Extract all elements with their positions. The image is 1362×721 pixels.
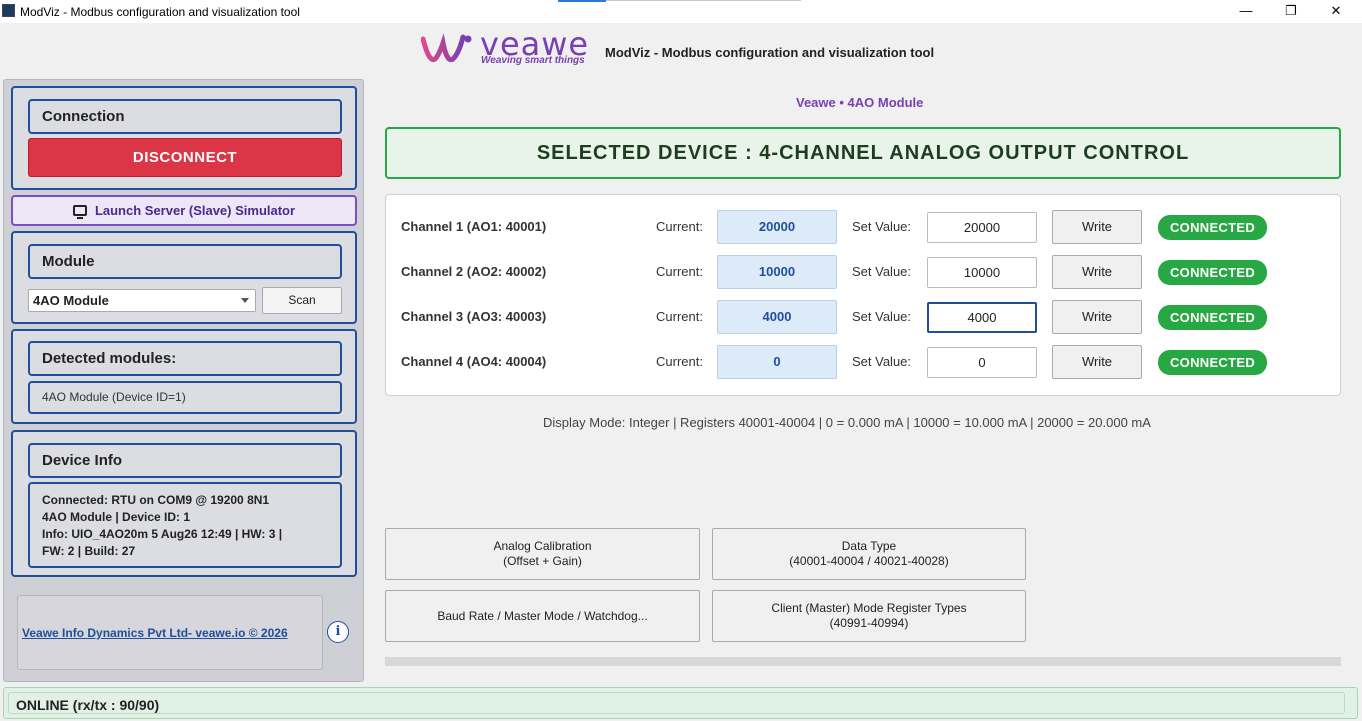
module-subheading: Veawe • 4AO Module (796, 95, 924, 110)
chevron-down-icon (241, 298, 249, 303)
selected-device-banner: SELECTED DEVICE : 4-CHANNEL ANALOG OUTPU… (385, 127, 1341, 179)
analog-calibration-button[interactable]: Analog Calibration (Offset + Gain) (385, 528, 700, 580)
titlebar-accent (558, 0, 606, 2)
button-line: (40991-40994) (829, 616, 909, 630)
device-info-line: Info: UIO_4AO20m 5 Aug26 12:49 | HW: 3 | (42, 527, 283, 541)
current-value: 10000 (717, 255, 837, 289)
minimize-button[interactable]: — (1231, 2, 1261, 20)
window-titlebar: ModViz - Modbus configuration and visual… (0, 0, 1362, 23)
veawe-logo-icon (421, 33, 472, 63)
detected-module-item[interactable]: 4AO Module (Device ID=1) (28, 381, 342, 414)
scan-button[interactable]: Scan (262, 287, 342, 314)
client-master-mode-button[interactable]: Client (Master) Mode Register Types (409… (712, 590, 1026, 642)
status-badge: CONNECTED (1158, 350, 1267, 375)
set-value-label: Set Value: (852, 219, 912, 234)
sidebar: Connection DISCONNECT Launch Server (Sla… (3, 79, 364, 682)
channel-label: Channel 1 (AO1: 40001) (401, 219, 547, 234)
device-info-group: Device Info Connected: RTU on COM9 @ 192… (11, 430, 357, 577)
current-value: 0 (717, 345, 837, 379)
data-type-button[interactable]: Data Type (40001-40004 / 40021-40028) (712, 528, 1026, 580)
detected-modules-heading: Detected modules: (28, 341, 342, 376)
header-title: ModViz - Modbus configuration and visual… (605, 45, 935, 60)
app-icon (2, 4, 15, 17)
detected-modules-group: Detected modules: 4AO Module (Device ID=… (11, 329, 357, 424)
launch-simulator-label: Launch Server (Slave) Simulator (94, 203, 296, 218)
write-button[interactable]: Write (1052, 300, 1142, 334)
channel-row: Channel 1 (AO1: 40001) Current: 20000 Se… (386, 210, 1340, 244)
status-badge: CONNECTED (1158, 260, 1267, 285)
channels-panel: Channel 1 (AO1: 40001) Current: 20000 Se… (385, 194, 1341, 396)
write-button[interactable]: Write (1052, 210, 1142, 244)
button-line: Client (Master) Mode Register Types (771, 601, 967, 615)
write-button[interactable]: Write (1052, 255, 1142, 289)
set-value-input[interactable]: 0 (927, 347, 1037, 378)
window-title: ModViz - Modbus configuration and visual… (20, 5, 300, 19)
status-bar-inner (8, 692, 1345, 714)
channel-label: Channel 3 (AO3: 40003) (401, 309, 547, 324)
maximize-button[interactable]: ❐ (1276, 2, 1306, 20)
info-icon[interactable]: i (327, 621, 349, 643)
device-info-line: FW: 2 | Build: 27 (42, 544, 136, 558)
current-value: 20000 (717, 210, 837, 244)
device-info-line: 4AO Module | Device ID: 1 (42, 510, 191, 524)
channel-label: Channel 4 (AO4: 40004) (401, 354, 547, 369)
set-value-label: Set Value: (852, 309, 912, 324)
button-line: Data Type (841, 539, 897, 553)
channel-row: Channel 4 (AO4: 40004) Current: 0 Set Va… (386, 345, 1340, 379)
button-line: (Offset + Gain) (503, 554, 582, 568)
launch-simulator-button[interactable]: Launch Server (Slave) Simulator (11, 195, 357, 226)
baud-rate-button[interactable]: Baud Rate / Master Mode / Watchdog... (385, 590, 700, 642)
status-badge: CONNECTED (1158, 215, 1267, 240)
titlebar-divider (606, 0, 801, 1)
set-value-input[interactable]: 20000 (927, 212, 1037, 243)
device-info-details: Connected: RTU on COM9 @ 19200 8N1 4AO M… (28, 482, 342, 568)
current-value: 4000 (717, 300, 837, 334)
set-value-label: Set Value: (852, 264, 912, 279)
current-label: Current: (656, 309, 703, 324)
app-header: veawe Weaving smart things ModViz - Modb… (0, 23, 1362, 78)
module-select-value: 4AO Module (33, 293, 109, 308)
connection-group: Connection DISCONNECT (11, 86, 357, 190)
channel-label: Channel 2 (AO2: 40002) (401, 264, 547, 279)
module-select[interactable]: 4AO Module (28, 289, 256, 312)
company-link[interactable]: Veawe Info Dynamics Pvt Ltd- veawe.io © … (22, 626, 288, 640)
connection-heading: Connection (28, 99, 342, 134)
button-line: Analog Calibration (493, 539, 592, 553)
device-info-heading: Device Info (28, 443, 342, 478)
channel-row: Channel 3 (AO3: 40003) Current: 4000 Set… (386, 300, 1340, 334)
write-button[interactable]: Write (1052, 345, 1142, 379)
status-bar: ONLINE (rx/tx : 90/90) (3, 687, 1358, 719)
progress-bar (385, 657, 1341, 666)
disconnect-button[interactable]: DISCONNECT (28, 138, 342, 177)
set-value-label: Set Value: (852, 354, 912, 369)
channel-row: Channel 2 (AO2: 40002) Current: 10000 Se… (386, 255, 1340, 289)
module-heading: Module (28, 244, 342, 279)
button-line: Baud Rate / Master Mode / Watchdog... (437, 608, 648, 623)
button-line: (40001-40004 / 40021-40028) (789, 554, 949, 568)
current-label: Current: (656, 219, 703, 234)
status-text: ONLINE (rx/tx : 90/90) (16, 697, 160, 713)
status-badge: CONNECTED (1158, 305, 1267, 330)
close-button[interactable]: ✕ (1321, 2, 1351, 20)
monitor-icon (72, 205, 87, 219)
set-value-input[interactable]: 10000 (927, 257, 1037, 288)
display-mode-info: Display Mode: Integer | Registers 40001-… (543, 415, 1151, 430)
set-value-input[interactable]: 4000 (927, 302, 1037, 333)
current-label: Current: (656, 264, 703, 279)
brand-tagline: Weaving smart things (481, 55, 585, 66)
current-label: Current: (656, 354, 703, 369)
module-group: Module 4AO Module Scan (11, 231, 357, 324)
device-info-line: Connected: RTU on COM9 @ 19200 8N1 (42, 493, 270, 507)
